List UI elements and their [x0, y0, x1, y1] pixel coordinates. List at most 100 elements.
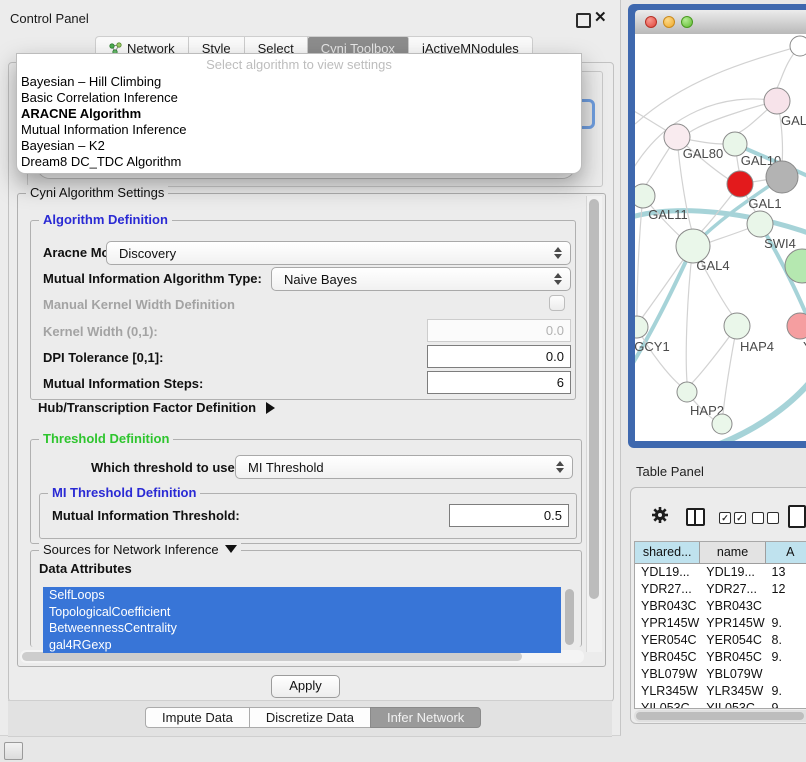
sources-group-title[interactable]: Sources for Network Inference — [39, 542, 241, 557]
kernel-width-input[interactable] — [427, 319, 571, 342]
list-item-betweennesscentrality[interactable]: BetweennessCentrality — [43, 620, 561, 637]
table-cell: 8. — [766, 632, 806, 649]
node-attribute-table[interactable]: shared...nameAYDL19...YDL19...13YDR27...… — [634, 541, 806, 709]
table-row[interactable]: YBL079WYBL079W — [635, 666, 806, 683]
table-row[interactable]: YBR043CYBR043C — [635, 598, 806, 615]
list-item-gal4rgexp[interactable]: gal4RGexp — [43, 637, 561, 654]
combo-arrows-icon — [551, 247, 565, 259]
table-header-row: shared...nameA — [635, 542, 806, 564]
zoom-traffic-light-icon[interactable] — [681, 16, 693, 28]
float-panel-icon[interactable] — [576, 13, 591, 28]
node-label: SWI4 — [764, 236, 796, 251]
aracne-mode-combo[interactable]: Discovery — [106, 241, 571, 265]
manual-kernel-checkbox[interactable] — [549, 295, 565, 311]
sources-title-text: Sources for Network Inference — [43, 542, 219, 557]
bottom-tab-impute-data[interactable]: Impute Data — [145, 707, 249, 728]
mi-steps-label: Mutual Information Steps: — [43, 376, 203, 391]
mi-type-combo[interactable]: Naive Bayes — [271, 267, 571, 291]
list-item-selfloops[interactable]: SelfLoops — [43, 587, 561, 604]
settings-vertical-scrollbar[interactable] — [586, 196, 602, 652]
bottom-tab-infer-network[interactable]: Infer Network — [370, 707, 481, 728]
network-node-swi4[interactable] — [747, 211, 773, 237]
table-row[interactable]: YLR345WYLR345W9. — [635, 683, 806, 700]
network-window-titlebar[interactable] — [635, 10, 806, 35]
column-layout-icon[interactable] — [686, 508, 705, 526]
network-edge[interactable] — [690, 101, 777, 132]
deselect-all-checkboxes-icon[interactable] — [752, 512, 779, 524]
table-cell: YBR045C — [700, 649, 765, 666]
network-canvas[interactable]: GALGAL80GAL10GAL1GAL11SWI4GAL4GCY1HAP4YH… — [635, 34, 806, 441]
mi-threshold-input[interactable] — [449, 504, 569, 527]
table-cell: YBL079W — [635, 666, 700, 683]
unchecked-box-icon — [752, 512, 764, 524]
collapse-down-icon[interactable] — [225, 545, 237, 553]
cyni-algorithm-settings-group: Cyni Algorithm Settings Algorithm Defini… — [17, 193, 606, 667]
table-row[interactable]: YDR27...YDR27...12 — [635, 581, 806, 598]
network-node-gcy1[interactable] — [635, 316, 648, 338]
expand-right-icon[interactable] — [266, 402, 275, 414]
select-all-checkboxes-icon[interactable]: ✓✓ — [719, 512, 746, 524]
new-table-page-icon[interactable] — [788, 505, 806, 528]
table-cell: 9. — [766, 683, 806, 700]
apply-button[interactable]: Apply — [271, 675, 340, 698]
mi-steps-input[interactable] — [427, 371, 571, 394]
close-traffic-light-icon[interactable] — [645, 16, 657, 28]
dpi-tolerance-input[interactable] — [427, 345, 571, 368]
network-edge[interactable] — [686, 246, 693, 382]
dropdown-item-bayesian-hill-climbing[interactable]: Bayesian – Hill Climbing — [17, 74, 581, 90]
hub-tf-definition-toggle[interactable]: Hub/Transcription Factor Definition — [38, 400, 275, 415]
bottom-tab-discretize-data[interactable]: Discretize Data — [249, 707, 370, 728]
table-row[interactable]: YER054CYER054C8. — [635, 632, 806, 649]
column-header-name[interactable]: name — [700, 542, 765, 563]
network-graph[interactable]: GALGAL80GAL10GAL1GAL11SWI4GAL4GCY1HAP4YH… — [635, 34, 806, 441]
network-node-hap2[interactable] — [677, 382, 697, 402]
column-header-a[interactable]: A — [766, 542, 806, 563]
network-edge-highlighted[interactable] — [690, 362, 806, 441]
network-node[interactable] — [766, 161, 798, 193]
dropdown-item-aracne-algorithm[interactable]: ARACNE Algorithm — [17, 106, 581, 122]
table-cell — [766, 598, 806, 615]
mi-type-value: Naive Bayes — [272, 272, 551, 287]
table-row[interactable]: YIL053CYIL053C9. — [635, 700, 806, 709]
table-horizontal-scrollbar-thumb[interactable] — [636, 712, 804, 720]
network-node-hap4[interactable] — [724, 313, 750, 339]
network-node[interactable] — [712, 414, 732, 434]
settings-group-title: Cyni Algorithm Settings — [26, 185, 168, 200]
node-label: GAL80 — [683, 146, 723, 161]
column-header-shared[interactable]: shared... — [635, 542, 700, 563]
network-node-gal1[interactable] — [727, 171, 753, 197]
table-cell: 9. — [766, 615, 806, 632]
collapsed-panel-icon[interactable] — [4, 742, 23, 760]
settings-gear-icon[interactable] — [651, 506, 669, 529]
table-row[interactable]: YPR145WYPR145W9. — [635, 615, 806, 632]
network-node-gal11[interactable] — [635, 184, 655, 208]
checked-box-icon: ✓ — [734, 512, 746, 524]
network-node[interactable] — [790, 36, 806, 56]
node-label: GAL1 — [748, 196, 781, 211]
table-row[interactable]: YBR045CYBR045C9. — [635, 649, 806, 666]
dropdown-item-mutual-information-inference[interactable]: Mutual Information Inference — [17, 122, 581, 138]
data-attributes-list[interactable]: SelfLoopsTopologicalCoefficientBetweenne… — [43, 587, 561, 653]
network-node-gal[interactable] — [764, 88, 790, 114]
table-row[interactable]: YDL19...YDL19...13 — [635, 564, 806, 581]
dropdown-item-dream8-dc-tdc-algorithm[interactable]: Dream8 DC_TDC Algorithm — [17, 154, 581, 170]
network-node-y[interactable] — [787, 313, 806, 339]
close-panel-icon[interactable]: ✕ — [594, 8, 607, 26]
dropdown-item-bayesian-k2[interactable]: Bayesian – K2 — [17, 138, 581, 154]
table-cell: YBL079W — [700, 666, 765, 683]
threshold-definition-title: Threshold Definition — [39, 431, 173, 446]
which-threshold-combo[interactable]: MI Threshold — [235, 455, 573, 479]
algorithm-definition-title: Algorithm Definition — [39, 212, 172, 227]
network-edge-highlighted[interactable] — [635, 246, 693, 376]
table-horizontal-scrollbar[interactable] — [634, 710, 806, 722]
data-attributes-label: Data Attributes — [39, 561, 132, 576]
minimize-traffic-light-icon[interactable] — [663, 16, 675, 28]
dropdown-item-basic-correlation-inference[interactable]: Basic Correlation Inference — [17, 90, 581, 106]
attributes-list-scrollbar-thumb[interactable] — [565, 589, 574, 645]
table-cell: 9. — [766, 700, 806, 709]
table-panel-title: Table Panel — [636, 464, 704, 479]
settings-horizontal-scrollbar-thumb[interactable] — [22, 652, 522, 661]
node-label: GAL11 — [648, 207, 688, 222]
settings-vertical-scrollbar-thumb[interactable] — [589, 199, 599, 599]
list-item-topologicalcoefficient[interactable]: TopologicalCoefficient — [43, 604, 561, 621]
